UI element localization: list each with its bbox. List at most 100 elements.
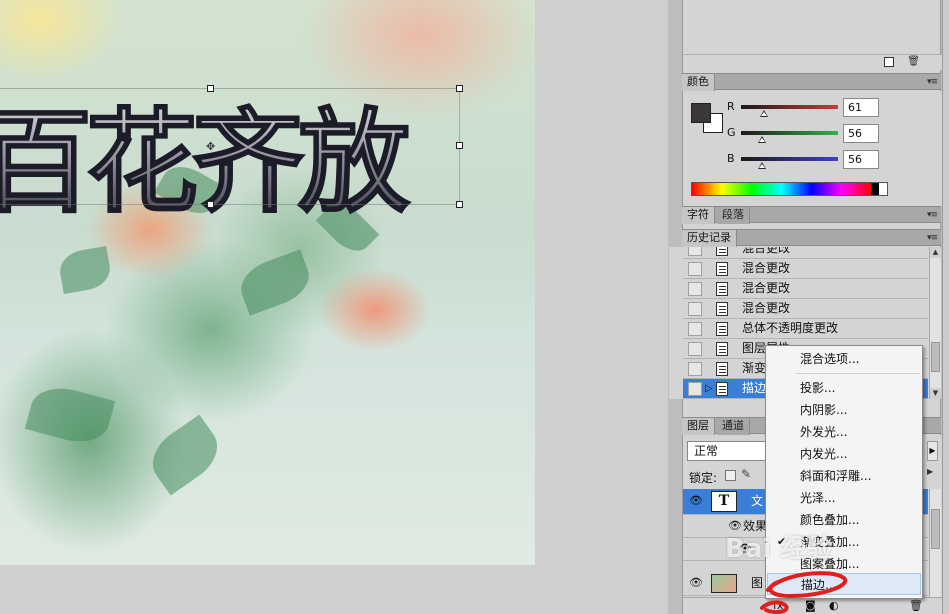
menu-separator	[796, 373, 920, 374]
history-state-pointer-icon: ▷	[705, 383, 713, 394]
panel-menu-icon[interactable]: ▾≡	[927, 77, 938, 87]
history-scrollbar[interactable]: ▲ ▼	[929, 247, 941, 399]
lock-brush-icon[interactable]: ✎	[741, 467, 751, 481]
tab-layers[interactable]: 图层	[682, 418, 715, 435]
channel-value-field[interactable]: 56	[843, 150, 879, 169]
text-layer-thumbnail: T	[711, 491, 737, 512]
channel-slider-track[interactable]	[741, 157, 838, 161]
channel-slider-thumb[interactable]	[758, 136, 767, 143]
transform-handle-right[interactable]	[456, 142, 463, 149]
menu-item-label: 内阴影...	[800, 403, 848, 417]
panel-menu-icon[interactable]: ▾≡	[927, 210, 938, 220]
history-panel-header: 历史记录 ▾≡	[682, 229, 941, 247]
history-state-icon	[716, 322, 728, 336]
menu-item-label: 斜面和浮雕...	[800, 469, 872, 483]
image-layer-thumbnail	[711, 574, 737, 593]
canvas-headline-text[interactable]: 百花齐放	[0, 72, 500, 234]
history-item[interactable]: 混合更改	[683, 299, 928, 319]
history-snapshot-checkbox[interactable]	[688, 262, 702, 276]
history-state-icon	[716, 362, 728, 376]
top-panel-footer: 🗑	[683, 54, 942, 70]
channel-label: G	[727, 126, 736, 139]
panel-menu-icon[interactable]: ▾≡	[927, 233, 938, 243]
decorative-leaf	[234, 249, 316, 316]
transform-handle-bottom[interactable]	[207, 201, 214, 208]
tab-paragraph[interactable]: 段落	[717, 207, 750, 224]
channel-value-field[interactable]: 56	[843, 124, 879, 143]
history-snapshot-checkbox[interactable]	[688, 247, 702, 256]
history-item[interactable]: 混合更改	[683, 279, 928, 299]
tab-history[interactable]: 历史记录	[682, 230, 737, 247]
tab-color[interactable]: 颜色	[682, 74, 715, 91]
channel-slider-thumb[interactable]	[760, 110, 769, 117]
channel-value-field[interactable]: 61	[843, 98, 879, 117]
history-snapshot-checkbox[interactable]	[688, 282, 702, 296]
menu-item[interactable]: 投影...	[767, 377, 921, 399]
trash-icon[interactable]: 🗑	[907, 56, 920, 67]
history-item-label: 混合更改	[742, 281, 791, 295]
opacity-arrow-icon[interactable]: ▶	[927, 441, 938, 461]
history-item-label: 混合更改	[742, 261, 791, 275]
layers-scrollbar[interactable]	[929, 489, 941, 597]
history-snapshot-checkbox[interactable]	[688, 322, 702, 336]
scroll-thumb[interactable]	[931, 509, 940, 549]
menu-item[interactable]: 斜面和浮雕...	[767, 465, 921, 487]
transform-handle-top[interactable]	[207, 85, 214, 92]
history-item-label: 混合更改	[742, 247, 791, 255]
new-item-icon[interactable]	[884, 57, 894, 67]
visibility-eye-icon[interactable]: 👁	[689, 572, 703, 594]
menu-item[interactable]: 光泽...	[767, 487, 921, 509]
decorative-leaf	[141, 414, 229, 496]
history-snapshot-checkbox[interactable]	[688, 382, 702, 396]
document-canvas[interactable]: 百花齐放 ✥	[0, 0, 535, 565]
tab-channels[interactable]: 通道	[717, 418, 750, 435]
menu-item[interactable]: 内阴影...	[767, 399, 921, 421]
history-state-icon	[716, 342, 728, 356]
history-item-label: 渐变	[742, 361, 767, 375]
scroll-up-icon[interactable]: ▲	[930, 247, 941, 258]
layer-name: 文	[751, 494, 764, 508]
history-state-icon	[716, 302, 728, 316]
lock-transparency-icon[interactable]	[725, 470, 736, 481]
history-item-label: 总体不透明度更改	[742, 321, 839, 335]
history-snapshot-checkbox[interactable]	[688, 362, 702, 376]
transform-bbox-bottom	[0, 204, 460, 205]
history-item-label: 描边	[742, 381, 767, 395]
lock-label: 锁定:	[689, 471, 718, 485]
history-item[interactable]: 混合更改	[683, 259, 928, 279]
history-item-label: 混合更改	[742, 301, 791, 315]
history-snapshot-checkbox[interactable]	[688, 302, 702, 316]
menu-item[interactable]: 混合选项...	[767, 348, 921, 370]
dock-edge	[942, 0, 949, 614]
character-panel-header: 字符 段落 ▾≡	[682, 206, 941, 224]
history-state-icon	[716, 282, 728, 296]
menu-item[interactable]: 外发光...	[767, 421, 921, 443]
menu-item[interactable]: 内发光...	[767, 443, 921, 465]
transform-handle-bottom-right[interactable]	[456, 201, 463, 208]
color-spectrum-ramp[interactable]	[691, 182, 888, 196]
visibility-eye-icon[interactable]: 👁	[689, 490, 703, 512]
scroll-thumb[interactable]	[931, 342, 940, 372]
tab-character[interactable]: 字符	[682, 207, 715, 224]
blend-mode-select[interactable]: 正常	[687, 441, 777, 461]
channel-slider-thumb[interactable]	[758, 162, 767, 169]
transform-bbox-top	[0, 88, 460, 89]
history-item[interactable]: 混合更改	[683, 247, 928, 259]
history-snapshot-checkbox[interactable]	[688, 342, 702, 356]
history-item[interactable]: 总体不透明度更改	[683, 319, 928, 339]
decorative-leaf	[24, 380, 116, 450]
foreground-color-swatch[interactable]	[691, 103, 711, 123]
channel-slider-track[interactable]	[741, 105, 838, 109]
menu-item-label: 投影...	[800, 381, 836, 395]
channel-slider-track[interactable]	[741, 131, 838, 135]
trash-icon[interactable]: 🗑	[909, 599, 923, 612]
menu-item-label: 光泽...	[800, 491, 836, 505]
menu-item-label: 颜色叠加...	[800, 513, 860, 527]
scroll-down-icon[interactable]: ▼	[930, 388, 941, 399]
fill-arrow-icon[interactable]: ▶	[927, 467, 933, 476]
transform-handle-top-right[interactable]	[456, 85, 463, 92]
color-panel-header: 颜色 ▾≡	[682, 73, 941, 91]
menu-item-label: 混合选项...	[800, 352, 860, 366]
transform-center-icon: ✥	[206, 140, 216, 153]
menu-item-label: 外发光...	[800, 425, 848, 439]
